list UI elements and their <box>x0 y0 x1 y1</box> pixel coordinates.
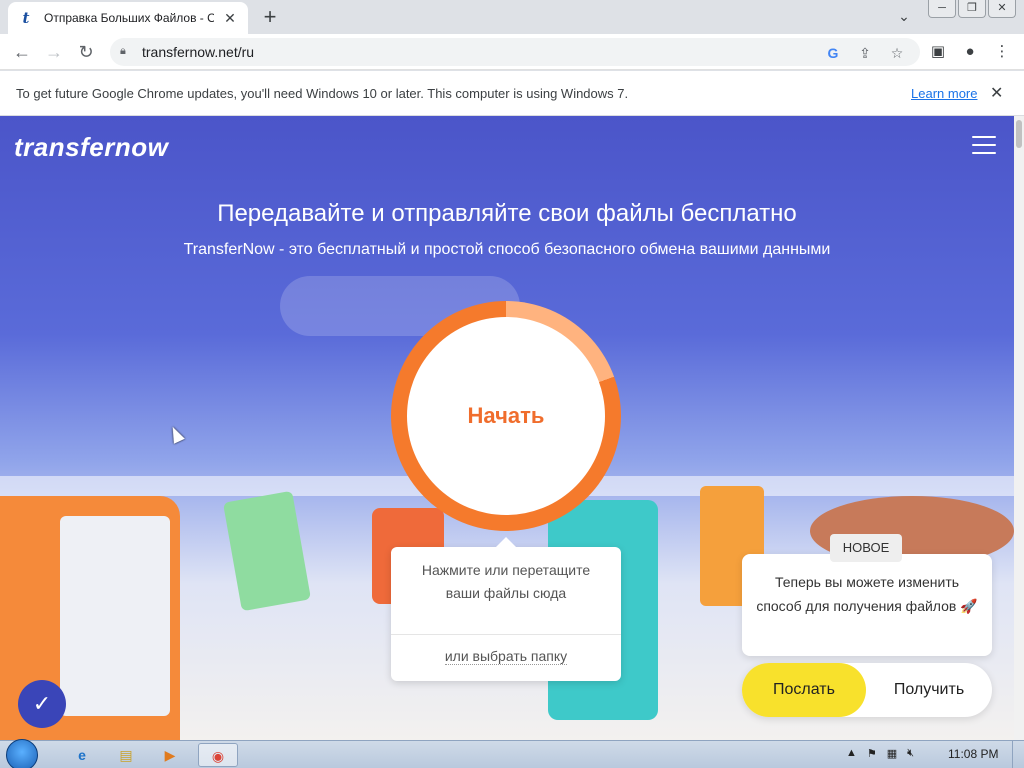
volume-muted-icon[interactable]: 🔇︎ <box>907 747 914 760</box>
choose-folder-link[interactable]: или выбрать папку <box>391 648 621 665</box>
url-text: transfernow.net/ru <box>142 44 255 60</box>
page-subheadline: TransferNow - это бесплатный и простой с… <box>183 241 831 258</box>
side-panel-icon[interactable]: ▣ <box>926 40 950 64</box>
new-feature-text: Теперь вы можете изменить способ для пол… <box>756 574 978 614</box>
book-illustration <box>60 516 170 716</box>
page-headline: Передавайте и отправляйте свои файлы бес… <box>217 200 797 227</box>
share-icon[interactable]: ⇪ <box>854 42 876 64</box>
mouse-cursor-icon <box>167 424 185 444</box>
transfernow-page: transfernow Передавайте и отправляйте св… <box>0 116 1014 740</box>
checkmark-fab-icon[interactable]: ✓ <box>18 680 66 728</box>
menu-kebab-icon[interactable]: ⋮ <box>990 40 1014 64</box>
green-character-illustration <box>222 490 312 612</box>
taskbar-clock[interactable]: 11:08 PM <box>948 747 998 761</box>
hamburger-menu-icon[interactable] <box>972 136 996 156</box>
card-divider <box>391 634 621 635</box>
chrome-taskbar-icon[interactable]: ◉ <box>198 743 238 767</box>
new-badge: НОВОЕ <box>830 534 902 562</box>
minimize-button[interactable]: ─ <box>928 0 956 18</box>
profile-avatar-icon[interactable]: ● <box>958 40 982 64</box>
internet-explorer-icon[interactable]: e <box>62 743 102 767</box>
windows-taskbar: e ▤ ▶ ◉ ▲ ⚑ ▦ 🔇︎ 11:08 PM <box>0 739 1024 768</box>
send-receive-toggle: Послать Получить <box>742 663 992 717</box>
google-translate-icon[interactable]: G <box>822 42 844 64</box>
browser-tab[interactable]: t Отправка Больших Файлов - Оп ✕ <box>8 2 248 34</box>
bookmark-star-icon[interactable]: ☆ <box>886 42 908 64</box>
address-bar[interactable]: 🔒︎ transfernow.net/ru G ⇪ ☆ <box>110 38 920 66</box>
tab-search-chevron-icon[interactable]: ⌄ <box>894 8 914 28</box>
back-arrow-icon[interactable]: ← <box>10 40 34 64</box>
reload-icon[interactable]: ↻ <box>74 40 98 64</box>
lock-icon: 🔒︎ <box>120 45 126 57</box>
new-tab-button[interactable]: + <box>258 6 282 30</box>
action-center-icon[interactable]: ⚑ <box>867 747 877 760</box>
windows-start-icon[interactable] <box>6 739 38 768</box>
network-icon[interactable]: ▦ <box>887 747 897 760</box>
send-button[interactable]: Послать <box>742 663 866 717</box>
receive-button[interactable]: Получить <box>866 663 992 717</box>
drop-hint-text: Нажмите или перетащите ваши файлы сюда <box>421 562 591 601</box>
media-player-icon[interactable]: ▶ <box>150 743 190 767</box>
tab-strip: t Отправка Больших Файлов - Оп ✕ + ⌄ ─ ❐… <box>0 0 1024 34</box>
file-explorer-icon[interactable]: ▤ <box>106 743 146 767</box>
transfernow-favicon-icon: t <box>22 9 30 27</box>
new-feature-card: Теперь вы можете изменить способ для пол… <box>742 554 992 656</box>
transfernow-logo[interactable]: transfernow <box>14 132 168 163</box>
infobar-close-icon[interactable]: ✕ <box>990 83 1003 103</box>
show-desktop-button[interactable] <box>1012 741 1024 768</box>
scrollbar-thumb[interactable] <box>1016 120 1022 148</box>
learn-more-link[interactable]: Learn more <box>911 86 977 101</box>
tray-expand-icon[interactable]: ▲ <box>846 747 857 760</box>
tab-close-icon[interactable]: ✕ <box>222 10 238 26</box>
forward-arrow-icon[interactable]: → <box>42 40 66 64</box>
browser-toolbar: ← → ↻ 🔒︎ transfernow.net/ru G ⇪ ☆ ▣ ● ⋮ <box>0 34 1024 70</box>
system-tray: ▲ ⚑ ▦ 🔇︎ <box>846 747 914 760</box>
close-window-button[interactable]: ✕ <box>988 0 1016 18</box>
page-scrollbar[interactable] <box>1014 116 1024 740</box>
start-button[interactable]: Начать <box>407 317 605 515</box>
restore-button[interactable]: ❐ <box>958 0 986 18</box>
choose-folder-label: или выбрать папку <box>444 648 568 665</box>
update-infobar: To get future Google Chrome updates, you… <box>0 71 1024 116</box>
start-button-label: Начать <box>467 403 545 428</box>
window-controls: ─ ❐ ✕ <box>928 0 1016 18</box>
tab-title: Отправка Больших Файлов - Оп <box>44 11 214 25</box>
infobar-message: To get future Google Chrome updates, you… <box>16 86 629 101</box>
drop-zone-card[interactable]: Нажмите или перетащите ваши файлы сюда и… <box>391 537 621 681</box>
upload-ring[interactable]: Начать <box>391 301 621 531</box>
